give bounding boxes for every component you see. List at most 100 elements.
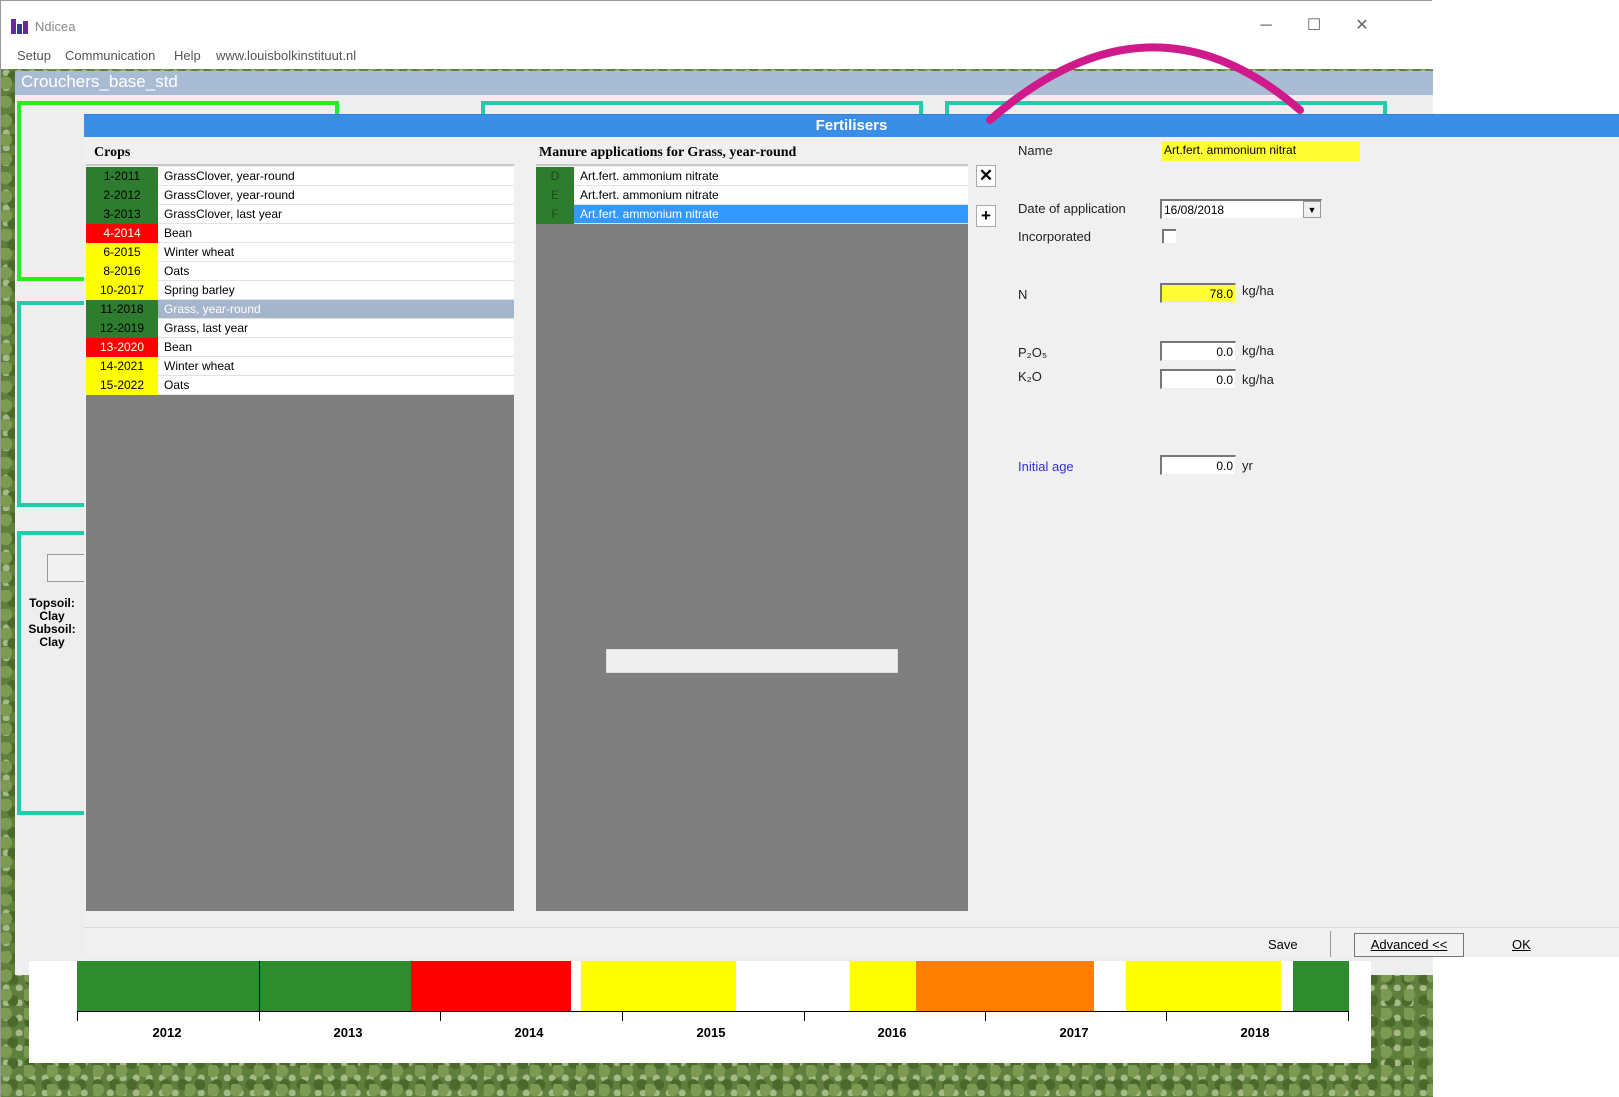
timeline-tick (985, 1011, 986, 1021)
crop-name: Oats (164, 378, 190, 392)
manure-tag: D (536, 167, 574, 186)
crop-tag: 13-2020 (86, 338, 158, 357)
manure-name: Art.fert. ammonium nitrate (580, 188, 719, 202)
menu-communication[interactable]: Communication (65, 48, 155, 63)
crop-name: Winter wheat (164, 245, 235, 259)
initial-age-unit: yr (1242, 458, 1253, 473)
timeline-year-label: 2015 (696, 1025, 726, 1040)
timeline-segment (850, 961, 916, 1011)
crop-tag: 2-2012 (86, 186, 158, 205)
crop-row[interactable]: 14-2021 Winter wheat (86, 357, 514, 376)
annotation-arc-path (986, 43, 1304, 124)
crop-timeline: 2012 2013 2014 2015 2016 2017 2018 (29, 961, 1371, 1063)
timeline-segment (581, 961, 736, 1011)
maximize-icon[interactable]: ☐ (1299, 15, 1329, 37)
crop-row-selected[interactable]: 11-2018 Grass, year-round (86, 300, 514, 319)
crop-name: Bean (164, 226, 193, 240)
crop-row[interactable]: 1-2011 GrassClover, year-round (86, 167, 514, 186)
initial-age-label[interactable]: Initial age (1018, 459, 1074, 474)
crop-name: Grass, year-round (164, 302, 261, 316)
initial-age-field[interactable]: 0.0 (1160, 455, 1236, 475)
timeline-year-label: 2013 (333, 1025, 363, 1040)
project-title: Crouchers_base_std (21, 72, 178, 91)
timeline-separator (259, 961, 260, 1011)
timeline-segment (916, 961, 1094, 1011)
menu-setup[interactable]: Setup (17, 48, 51, 63)
crop-name: Winter wheat (164, 359, 235, 373)
ok-button[interactable]: OK (1512, 937, 1531, 952)
manure-row[interactable]: D Art.fert. ammonium nitrate (536, 167, 968, 186)
crop-row[interactable]: 4-2014 Bean (86, 224, 514, 243)
crop-tag: 14-2021 (86, 357, 158, 376)
timeline-year-label: 2017 (1059, 1025, 1089, 1040)
manure-row-selected[interactable]: F Art.fert. ammonium nitrate (536, 205, 968, 224)
k2o-field[interactable]: 0.0 (1160, 369, 1236, 389)
crop-name: Bean (164, 340, 193, 354)
timeline-segment (1293, 961, 1349, 1011)
advanced-button[interactable]: Advanced << (1354, 933, 1464, 957)
crop-tag: 10-2017 (86, 281, 158, 300)
manure-header-rule (536, 164, 968, 166)
timeline-segment (411, 961, 571, 1011)
timeline-segment (1281, 961, 1293, 1011)
p2o5-label: P₂O₅ (1018, 345, 1048, 360)
crop-tag: 1-2011 (86, 167, 158, 186)
n-field[interactable]: 78.0 (1160, 283, 1236, 303)
close-icon[interactable]: ✕ (1347, 15, 1377, 37)
advanced-label: Advanced << (1370, 937, 1448, 952)
timeline-tick (259, 1011, 260, 1021)
crop-row[interactable]: 2-2012 GrassClover, year-round (86, 186, 514, 205)
timeline-segment (77, 961, 259, 1011)
footer-separator (1330, 931, 1331, 957)
save-button[interactable]: Save (1268, 937, 1298, 952)
manure-name: Art.fert. ammonium nitrate (580, 169, 719, 183)
timeline-year-label: 2012 (152, 1025, 182, 1040)
crop-tag: 12-2019 (86, 319, 158, 338)
manure-header: Manure applications for Grass, year-roun… (539, 145, 797, 160)
crops-header: Crops (94, 145, 131, 160)
p2o5-field[interactable]: 0.0 (1160, 341, 1236, 361)
timeline-year-label: 2018 (1240, 1025, 1270, 1040)
timeline-segment (259, 961, 411, 1011)
k2o-unit: kg/ha (1242, 372, 1274, 387)
menu-website-link[interactable]: www.louisbolkinstituut.nl (216, 48, 356, 63)
manure-row[interactable]: E Art.fert. ammonium nitrate (536, 186, 968, 205)
timeline-axis (77, 1011, 1349, 1012)
crop-row[interactable]: 12-2019 Grass, last year (86, 319, 514, 338)
crop-row[interactable]: 6-2015 Winter wheat (86, 243, 514, 262)
crop-tag: 11-2018 (86, 300, 158, 319)
timeline-tick (1166, 1011, 1167, 1021)
n-label: N (1018, 287, 1028, 302)
soil-subsoil-value: Clay (39, 635, 65, 649)
footer-divider (84, 927, 1619, 928)
k2o-label: K₂O (1018, 369, 1042, 384)
crops-header-rule (86, 164, 514, 166)
timeline-year-label: 2014 (514, 1025, 544, 1040)
timeline-segment (1126, 961, 1281, 1011)
fertilisers-dialog: Fertilisers Crops 1-2011 GrassClover, yea… (84, 114, 1619, 957)
timeline-year-label: 2016 (877, 1025, 907, 1040)
timeline-tick (804, 1011, 805, 1021)
crop-name: GrassClover, year-round (164, 188, 295, 202)
crop-row[interactable]: 3-2013 GrassClover, last year (86, 205, 514, 224)
crop-row[interactable]: 15-2022 Oats (86, 376, 514, 395)
dialog-title: Fertilisers (84, 115, 1619, 137)
crop-row[interactable]: 13-2020 Bean (86, 338, 514, 357)
minimize-icon[interactable]: ─ (1251, 15, 1281, 37)
crop-tag: 4-2014 (86, 224, 158, 243)
soil-info: Topsoil: Clay Subsoil: Clay (27, 597, 77, 649)
crop-row[interactable]: 8-2016 Oats (86, 262, 514, 281)
menu-help[interactable]: Help (174, 48, 201, 63)
crop-tag: 6-2015 (86, 243, 158, 262)
crop-name: Oats (164, 264, 190, 278)
manure-tag: F (536, 205, 574, 224)
crop-row[interactable]: 10-2017 Spring barley (86, 281, 514, 300)
app-icon (11, 19, 31, 34)
crop-name: GrassClover, last year (164, 207, 283, 221)
timeline-segment (571, 961, 581, 1011)
n-unit: kg/ha (1242, 283, 1274, 298)
timeline-tick (1348, 1011, 1349, 1021)
crop-tag: 8-2016 (86, 262, 158, 281)
manure-tag: E (536, 186, 574, 205)
timeline-tick (622, 1011, 623, 1021)
